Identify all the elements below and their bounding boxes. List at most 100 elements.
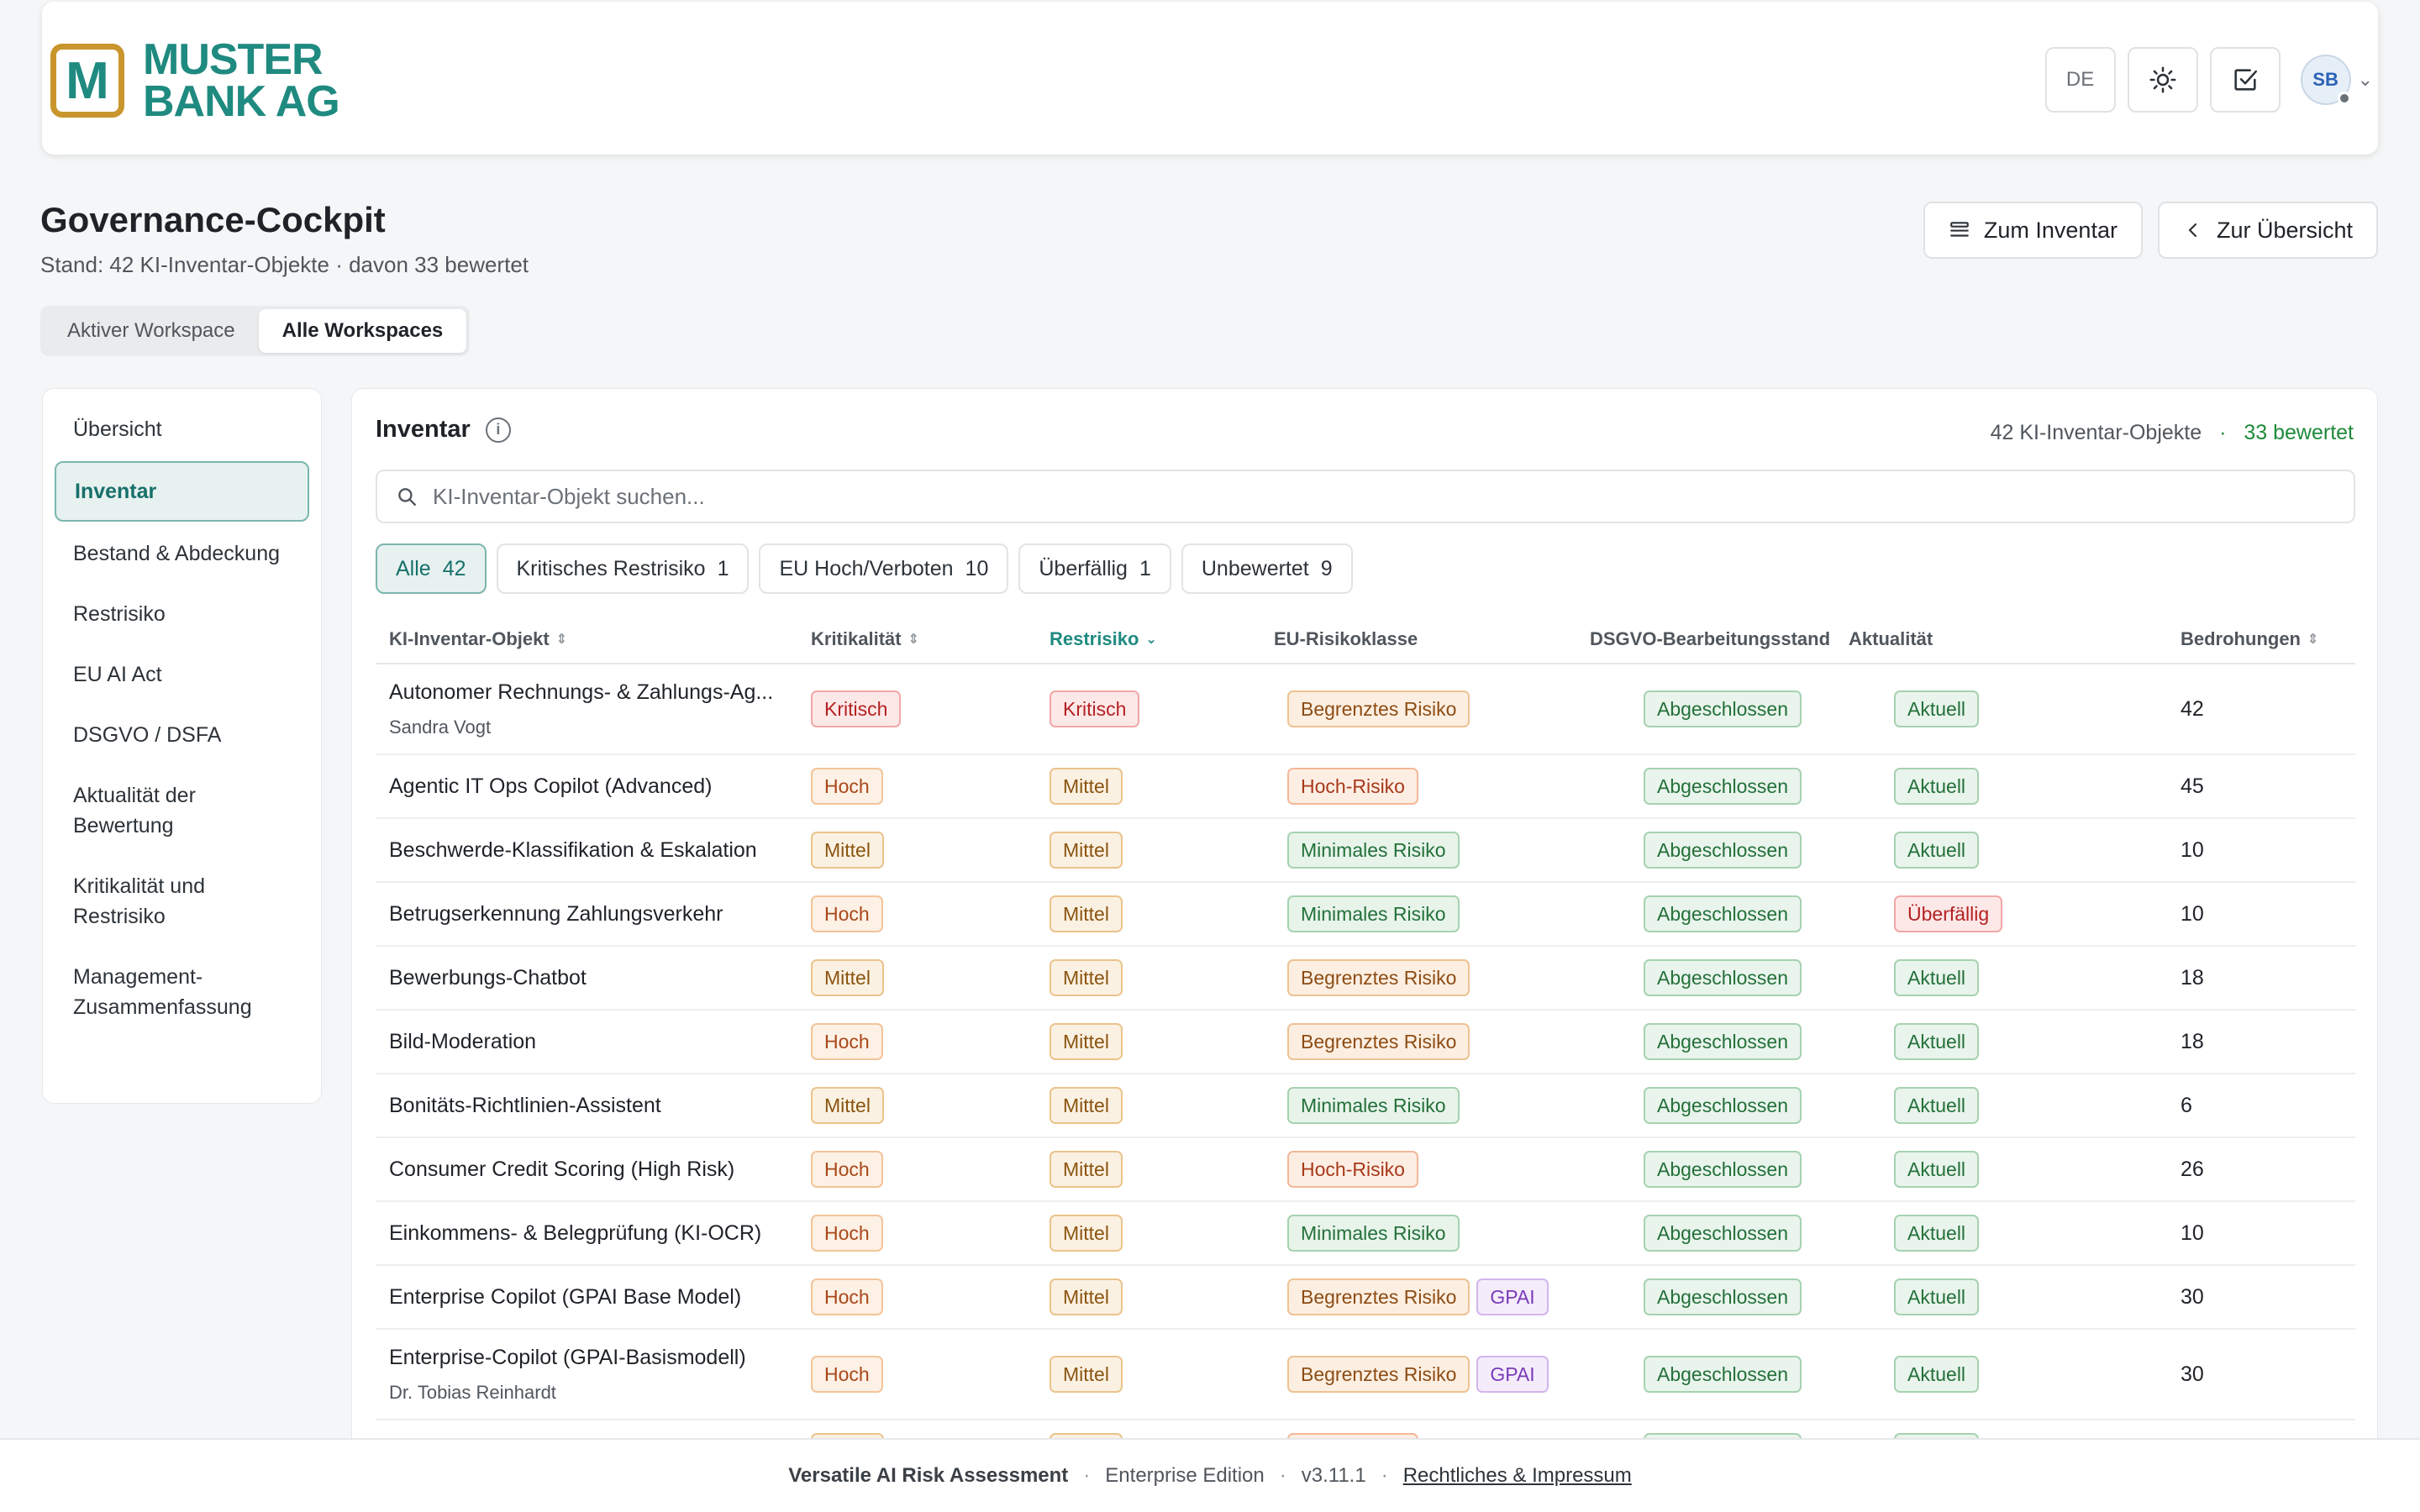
col-criticality[interactable]: Kritikalität ⇕ [811,628,1050,650]
sidebar-item-coverage[interactable]: Bestand & Abdeckung [55,525,309,582]
chevron-down-icon[interactable]: ⌄ [2358,69,2373,91]
col-label: Bedrohungen [2181,628,2301,649]
eu-risk-badge: Begrenztes Risiko [1287,1023,1470,1060]
gdpr-status-badge: Abgeschlossen [1644,1278,1802,1315]
sort-icon: ⇕ [555,633,568,647]
table-row[interactable]: Bonitäts-Richtlinien-Assistent Mittel Mitt… [376,1074,2355,1138]
currency-badge: Aktuell [1894,768,1980,805]
object-name[interactable]: Autonomer Rechnungs- & Zahlungs-Ag... [389,680,811,705]
info-icon[interactable]: i [485,417,511,443]
filter-overdue[interactable]: Überfällig 1 [1018,543,1171,594]
search-box[interactable] [376,470,2355,523]
inventory-panel: Inventar i 42 KI-Inventar-Objekte · 33 b… [351,388,2378,1512]
to-inventory-label: Zum Inventar [1983,217,2118,243]
table-row[interactable]: Consumer Credit Scoring (High Risk) Hoch M… [376,1138,2355,1202]
sidebar-item-eu-ai-act[interactable]: EU AI Act [55,646,309,703]
criticality-badge: Hoch [811,1215,883,1252]
threat-count: 18 [2181,965,2204,990]
theme-toggle-button[interactable] [2127,47,2198,113]
object-name[interactable]: Enterprise-Copilot (GPAI-Basismodell) [389,1346,811,1370]
eu-risk-badge: Begrenztes Risiko [1287,959,1470,996]
avatar[interactable]: SB [2300,55,2351,105]
table-row[interactable]: Einkommens- & Belegprüfung (KI-OCR) Hoch M… [376,1202,2355,1266]
language-button[interactable]: DE [2044,47,2116,113]
logo-mark: M [50,44,124,118]
table-row[interactable]: Autonomer Rechnungs- & Zahlungs-Ag... San… [376,664,2355,755]
sidebar-item-inventory[interactable]: Inventar [55,461,309,522]
table-row[interactable]: Enterprise Copilot (GPAI Base Model) Hoch… [376,1266,2355,1330]
to-inventory-button[interactable]: Zum Inventar [1923,202,2143,259]
bank-logo[interactable]: M MUSTER BANK AG [50,38,340,123]
sort-desc-icon: ⌄ [1145,633,1157,647]
col-eu-class: EU-Risikoklasse [1274,628,1630,650]
residual-risk-badge: Mittel [1050,959,1123,996]
currency-badge: Aktuell [1894,1356,1980,1393]
footer-product: Versatile AI Risk Assessment [788,1464,1069,1487]
table-row[interactable]: Bewerbungs-Chatbot Mittel Mittel Begrenztes… [376,947,2355,1011]
tab-all-workspaces[interactable]: Alle Workspaces [258,309,467,353]
residual-risk-badge: Mittel [1050,1087,1123,1124]
filter-all[interactable]: Alle 42 [376,543,487,594]
sidebar-item-management-summary[interactable]: Management-Zusammenfassung [55,948,309,1036]
col-residual-risk[interactable]: Restrisiko ⌄ [1050,628,1274,650]
sidebar-item-overview[interactable]: Übersicht [55,401,309,458]
tasks-button[interactable] [2209,47,2281,113]
object-count: 42 KI-Inventar-Objekte [1990,421,2202,444]
filter-critical-residual[interactable]: Kritisches Restrisiko 1 [496,543,750,594]
filter-unrated[interactable]: Unbewertet 9 [1181,543,1353,594]
currency-badge: Aktuell [1894,959,1980,996]
gpai-badge: GPAI [1476,1356,1549,1393]
col-threats[interactable]: Bedrohungen ⇕ [2181,628,2355,650]
table-row[interactable]: Betrugserkennung Zahlungsverkehr Hoch Mitt… [376,883,2355,947]
object-name[interactable]: Einkommens- & Belegprüfung (KI-OCR) [389,1221,811,1246]
legal-link[interactable]: Rechtliches & Impressum [1403,1464,1632,1488]
inventory-title-text: Inventar [376,416,471,443]
object-name[interactable]: Enterprise Copilot (GPAI Base Model) [389,1285,811,1310]
col-object[interactable]: KI-Inventar-Objekt ⇕ [376,628,811,650]
gdpr-status-badge: Abgeschlossen [1644,768,1802,805]
object-name[interactable]: Bonitäts-Richtlinien-Assistent [389,1094,811,1118]
currency-badge: Aktuell [1894,832,1980,869]
sidebar-item-assessment-currency[interactable]: Aktualität der Bewertung [55,767,309,854]
table-row[interactable]: Bild-Moderation Hoch Mittel Begrenztes Risi… [376,1011,2355,1074]
threat-count: 42 [2181,696,2204,721]
tab-active-workspace[interactable]: Aktiver Workspace [44,309,259,353]
user-menu[interactable]: SB ⌄ [2300,55,2373,105]
table-row[interactable]: Beschwerde-Klassifikation & Eskalation Mi… [376,819,2355,883]
stats-separator: · [2219,421,2227,444]
footer-edition: Enterprise Edition [1105,1464,1265,1487]
filter-label: Alle [396,556,431,580]
sort-icon: ⇕ [2307,633,2319,647]
object-name[interactable]: Bild-Moderation [389,1030,811,1054]
sun-icon [2149,66,2177,94]
col-label: Aktualität [1849,628,1933,649]
table-row[interactable]: Enterprise-Copilot (GPAI-Basismodell) Dr.… [376,1330,2355,1420]
threat-count: 10 [2181,837,2204,862]
eu-risk-badge: Minimales Risiko [1287,1215,1460,1252]
object-name[interactable]: Agentic IT Ops Copilot (Advanced) [389,774,811,799]
table-row[interactable]: Agentic IT Ops Copilot (Advanced) Hoch Mit… [376,755,2355,819]
to-overview-label: Zur Übersicht [2216,217,2353,243]
search-input[interactable] [433,483,2281,510]
residual-risk-badge: Kritisch [1050,690,1140,727]
sidebar-item-residual-risk[interactable]: Restrisiko [55,585,309,643]
gdpr-status-badge: Abgeschlossen [1644,1215,1802,1252]
object-name[interactable]: Bewerbungs-Chatbot [389,966,811,990]
threat-count: 10 [2181,1221,2204,1245]
residual-risk-badge: Mittel [1050,1356,1123,1393]
filter-label: Kritisches Restrisiko [516,556,706,580]
col-label: Kritikalität [811,628,902,649]
sidebar-item-gdpr[interactable]: DSGVO / DSFA [55,706,309,764]
filter-eu-high[interactable]: EU Hoch/Verboten 10 [759,543,1009,594]
footer-version: v3.11.1 [1301,1464,1366,1487]
residual-risk-badge: Mittel [1050,1023,1123,1060]
object-name[interactable]: Betrugserkennung Zahlungsverkehr [389,902,811,927]
gpai-badge: GPAI [1476,1278,1549,1315]
object-name[interactable]: Beschwerde-Klassifikation & Eskalation [389,838,811,863]
sidebar-item-criticality[interactable]: Kritikalität und Restrisiko [55,858,309,945]
object-name[interactable]: Consumer Credit Scoring (High Risk) [389,1158,811,1182]
gdpr-status-badge: Abgeschlossen [1644,832,1802,869]
criticality-badge: Hoch [811,895,883,932]
criticality-badge: Mittel [811,832,884,869]
to-overview-button[interactable]: Zur Übersicht [2157,202,2378,259]
